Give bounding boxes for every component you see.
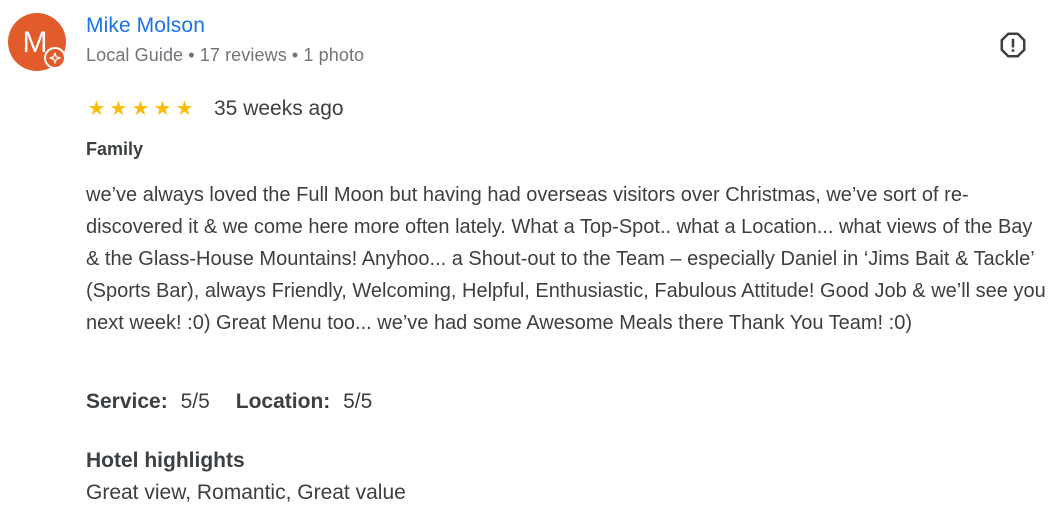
reviewer-meta: Local Guide • 17 reviews • 1 photo [86, 45, 365, 65]
report-button[interactable] [996, 28, 1030, 62]
highlights-title: Hotel highlights [86, 449, 245, 472]
review-text: we’ve always loved the Full Moon but hav… [86, 184, 1046, 334]
star-icon: ★ [153, 98, 172, 120]
star-icon: ★ [131, 98, 150, 120]
sub-rating-value: 5/5 [180, 390, 210, 413]
highlights-text: Great view, Romantic, Great value [86, 481, 406, 504]
star-icon: ★ [109, 98, 128, 120]
sub-rating-location: Location: 5/5 [236, 390, 373, 414]
avatar-initial: M [22, 25, 48, 59]
reviewer-avatar[interactable]: M [8, 13, 70, 75]
reviewer-name-link[interactable]: Mike Molson [86, 14, 205, 38]
sub-rating-value: 5/5 [343, 390, 373, 413]
sub-rating-service: Service: 5/5 [86, 390, 210, 414]
star-rating: ★ ★ ★ ★ ★ [86, 99, 195, 119]
local-guide-star-icon [44, 47, 66, 69]
sub-ratings: Service: 5/5 Location: 5/5 [86, 390, 372, 414]
report-icon [1000, 32, 1026, 58]
star-icon: ★ [175, 98, 194, 120]
trip-type: Family [86, 139, 144, 159]
sub-rating-label: Location: [235, 390, 331, 413]
sub-rating-label: Service: [86, 390, 168, 413]
review-time: 35 weeks ago [214, 97, 344, 120]
rating-row: ★ ★ ★ ★ ★ 35 weeks ago [86, 95, 344, 123]
star-icon: ★ [87, 98, 106, 120]
